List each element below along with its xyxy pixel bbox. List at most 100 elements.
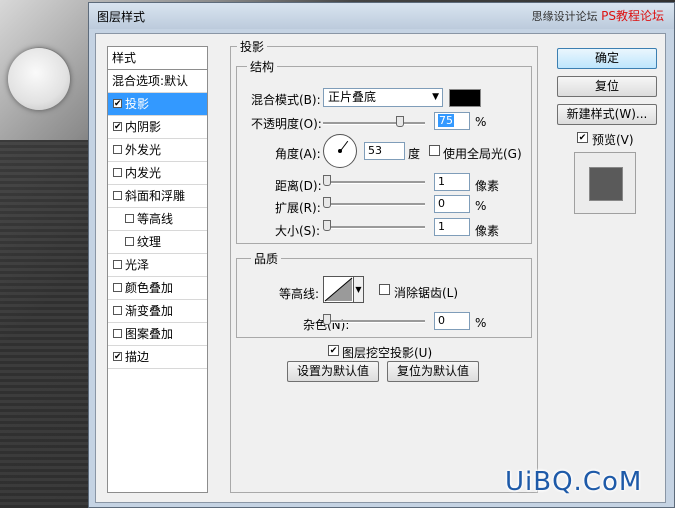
opacity-slider-thumb[interactable]: [395, 116, 404, 127]
noise-percent: %: [475, 316, 487, 330]
style-item-label: 纹理: [137, 235, 162, 249]
watermark-site: 思缘设计论坛: [531, 10, 598, 23]
contour-picker[interactable]: [323, 276, 354, 303]
anti-alias-label: 消除锯齿(L): [394, 286, 459, 300]
size-input[interactable]: 1: [434, 218, 470, 236]
style-item-checkbox[interactable]: ✔: [113, 99, 122, 109]
title-bar[interactable]: 图层样式 思缘设计论坛 PS教程论坛: [89, 3, 674, 29]
drop-shadow-section-title: 投影: [237, 38, 268, 55]
blend-mode-label: 混合模式(B):: [251, 93, 321, 107]
opacity-input[interactable]: 75: [434, 112, 470, 130]
knockout-label: 图层挖空投影(U): [342, 346, 433, 360]
style-item[interactable]: 内发光: [108, 162, 207, 185]
distance-slider-thumb[interactable]: [323, 175, 331, 186]
reset-default-button[interactable]: 复位为默认值: [387, 361, 479, 382]
blend-options-item[interactable]: 混合选项:默认: [108, 70, 207, 93]
spread-slider-thumb[interactable]: [323, 197, 331, 208]
opacity-percent: %: [475, 115, 487, 129]
angle-unit: 度: [408, 147, 421, 161]
style-item[interactable]: 外发光: [108, 139, 207, 162]
chevron-down-icon: ▼: [432, 92, 439, 102]
noise-slider-track[interactable]: [323, 320, 425, 323]
spread-percent: %: [475, 199, 487, 213]
style-item-label: 内发光: [125, 166, 162, 180]
style-item-label: 光泽: [125, 258, 150, 272]
anti-alias-checkbox[interactable]: [379, 284, 390, 295]
style-item-label: 斜面和浮雕: [125, 189, 186, 203]
structure-title: 结构: [247, 58, 278, 75]
distance-slider-track[interactable]: [323, 181, 425, 184]
style-item-checkbox[interactable]: ✔: [113, 352, 122, 362]
style-item-label: 描边: [125, 350, 150, 364]
style-item[interactable]: 等高线: [108, 208, 207, 231]
top-watermark: 思缘设计论坛 PS教程论坛: [532, 7, 664, 24]
angle-input[interactable]: 53: [364, 142, 405, 160]
opacity-slider-track[interactable]: [323, 122, 425, 125]
spread-input[interactable]: 0: [434, 195, 470, 213]
blend-mode-select[interactable]: 正片叠底 ▼: [323, 88, 443, 107]
style-item-checkbox[interactable]: [113, 283, 122, 292]
make-default-button[interactable]: 设置为默认值: [287, 361, 379, 382]
preview-label: 预览(V): [592, 133, 634, 147]
style-item-label: 图案叠加: [125, 327, 174, 341]
style-item[interactable]: 纹理: [108, 231, 207, 254]
contour-curve-icon: [324, 277, 353, 302]
contour-dropdown-arrow[interactable]: ▼: [353, 276, 364, 303]
style-item-checkbox[interactable]: [113, 260, 122, 269]
distance-label: 距离(D):: [275, 179, 322, 193]
global-light-label: 使用全局光(G): [443, 147, 522, 161]
angle-label: 角度(A):: [275, 147, 321, 161]
noise-input[interactable]: 0: [434, 312, 470, 330]
blend-options-label: 混合选项:默认: [112, 74, 189, 88]
style-item[interactable]: 斜面和浮雕: [108, 185, 207, 208]
styles-list: 样式 混合选项:默认 ✔ 投影 ✔ 内阴影 外发光 内发光 斜面和浮雕 等高线 纹理 光泽 颜色叠加…: [107, 46, 208, 493]
ok-button[interactable]: 确定: [557, 48, 657, 69]
shadow-color-swatch[interactable]: [449, 89, 481, 107]
style-item-checkbox[interactable]: [113, 329, 122, 338]
spread-label: 扩展(R):: [275, 201, 321, 215]
reset-button[interactable]: 复位: [557, 76, 657, 97]
opacity-value: 75: [438, 114, 454, 127]
style-item[interactable]: 渐变叠加: [108, 300, 207, 323]
watermark-site2: PS教程论坛: [601, 9, 664, 23]
contour-label: 等高线:: [279, 287, 320, 301]
global-light-checkbox[interactable]: [429, 145, 440, 156]
new-style-button[interactable]: 新建样式(W)...: [557, 104, 657, 125]
style-item[interactable]: ✔ 投影: [108, 93, 207, 116]
style-item-checkbox[interactable]: [113, 145, 122, 154]
preview-checkbox[interactable]: ✔: [577, 132, 588, 143]
style-item[interactable]: 颜色叠加: [108, 277, 207, 300]
styles-list-header[interactable]: 样式: [108, 47, 207, 70]
style-item-label: 投影: [125, 97, 150, 111]
blend-mode-value: 正片叠底: [328, 90, 377, 104]
spread-slider-track[interactable]: [323, 203, 425, 206]
noise-slider-thumb[interactable]: [323, 314, 331, 325]
size-slider-thumb[interactable]: [323, 220, 331, 231]
size-slider-track[interactable]: [323, 226, 425, 229]
preview-swatch: [589, 167, 623, 201]
style-item-checkbox[interactable]: [113, 191, 122, 200]
style-item-checkbox[interactable]: [125, 237, 134, 246]
distance-input[interactable]: 1: [434, 173, 470, 191]
quality-title: 品质: [251, 250, 282, 267]
style-item-checkbox[interactable]: ✔: [113, 122, 122, 132]
knockout-checkbox[interactable]: ✔: [328, 345, 339, 356]
size-label: 大小(S):: [275, 224, 321, 238]
style-item-checkbox[interactable]: [125, 214, 134, 223]
style-item-label: 内阴影: [125, 120, 162, 134]
window-title: 图层样式: [97, 10, 146, 24]
style-item-checkbox[interactable]: [113, 306, 122, 315]
style-item-label: 外发光: [125, 143, 162, 157]
style-item[interactable]: 图案叠加: [108, 323, 207, 346]
angle-dial-center: [338, 149, 342, 153]
layer-style-dialog: 图层样式 思缘设计论坛 PS教程论坛 样式 混合选项:默认 ✔ 投影 ✔ 内阴影 外发光…: [88, 2, 675, 508]
style-item-label: 颜色叠加: [125, 281, 174, 295]
style-item[interactable]: 光泽: [108, 254, 207, 277]
style-item[interactable]: ✔ 描边: [108, 346, 207, 369]
style-item[interactable]: ✔ 内阴影: [108, 116, 207, 139]
opacity-label: 不透明度(O):: [251, 117, 322, 131]
size-unit: 像素: [475, 224, 500, 238]
style-item-checkbox[interactable]: [113, 168, 122, 177]
corner-watermark: UiBQ.CoM: [505, 467, 643, 497]
angle-dial[interactable]: [323, 134, 357, 168]
